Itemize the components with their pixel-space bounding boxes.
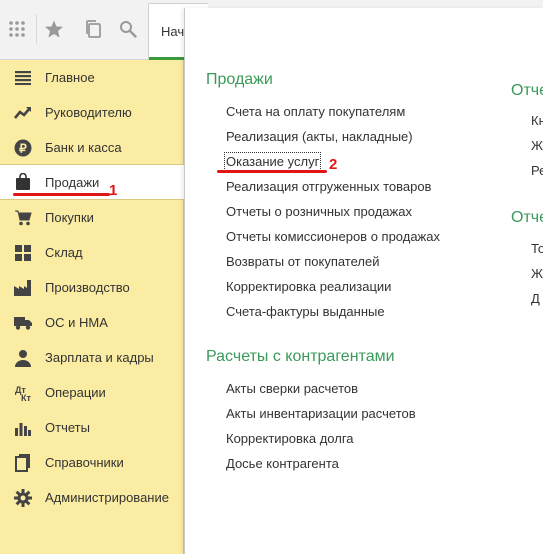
tab-start-label: Нач — [161, 24, 185, 39]
sections-sidebar: Главное Руководителю ₽ Банк и касса Прод… — [0, 60, 185, 554]
search-icon[interactable] — [115, 16, 141, 42]
person-icon — [13, 348, 33, 368]
books-icon — [13, 453, 33, 473]
sidebar-item-payroll[interactable]: Зарплата и кадры — [0, 340, 184, 375]
link-commission-agent-reports[interactable]: Отчеты комиссионеров о продажах — [226, 229, 440, 244]
link-right-5[interactable]: Ж — [531, 266, 543, 281]
link-retail-sales-reports[interactable]: Отчеты о розничных продажах — [226, 204, 412, 219]
factory-icon — [13, 278, 33, 298]
sidebar-item-production[interactable]: Производство — [0, 270, 184, 305]
link-services-rendered[interactable]: Оказание услуг — [223, 152, 322, 171]
sidebar-item-warehouse[interactable]: Склад — [0, 235, 184, 270]
sidebar-item-operations[interactable]: Дт Кт Операции — [0, 375, 184, 410]
warehouse-grid-icon — [13, 243, 33, 263]
ruble-coin-icon: ₽ — [13, 138, 33, 158]
link-counterparty-dossier[interactable]: Досье контрагента — [226, 456, 339, 471]
sidebar-item-label: Отчеты — [45, 420, 90, 435]
link-right-3[interactable]: Ре — [531, 163, 543, 178]
svg-text:Кт: Кт — [21, 393, 31, 402]
sidebar-item-label: Покупки — [45, 210, 94, 225]
link-sales-acts-waybills[interactable]: Реализация (акты, накладные) — [226, 129, 413, 144]
sidebar-item-purchases[interactable]: Покупки — [0, 200, 184, 235]
link-customer-invoices[interactable]: Счета на оплату покупателям — [226, 104, 405, 119]
toolbar-separator — [36, 14, 37, 44]
annotation-marker-1: 1 — [109, 182, 118, 199]
section-menu-panel: Продажи Счета на оплату покупателям Реал… — [184, 8, 543, 554]
sidebar-item-label: Операции — [45, 385, 106, 400]
sidebar-item-references[interactable]: Справочники — [0, 445, 184, 480]
annotation-underline-1 — [13, 193, 110, 196]
cart-icon — [13, 208, 33, 228]
gear-icon — [13, 488, 33, 508]
sidebar-item-main[interactable]: Главное — [0, 60, 184, 95]
link-reconciliation-acts[interactable]: Акты сверки расчетов — [226, 381, 358, 396]
bar-chart-icon — [13, 418, 33, 438]
sidebar-item-fixed-assets[interactable]: ОС и НМА — [0, 305, 184, 340]
debit-credit-icon: Дт Кт — [13, 383, 33, 403]
annotation-marker-2: 2 — [329, 156, 338, 173]
link-right-4[interactable]: То — [531, 241, 543, 256]
sidebar-item-label: Администрирование — [45, 490, 169, 505]
history-icon[interactable] — [80, 16, 106, 42]
sidebar-item-label: Главное — [45, 70, 95, 85]
sidebar-item-administration[interactable]: Администрирование — [0, 480, 184, 515]
trend-icon — [13, 103, 33, 123]
link-shipped-goods-sales[interactable]: Реализация отгруженных товаров — [226, 179, 431, 194]
sidebar-item-label: Руководителю — [45, 105, 132, 120]
menu-lines-icon — [13, 68, 33, 88]
apps-grid-icon[interactable] — [4, 16, 30, 42]
sidebar-item-label: Склад — [45, 245, 83, 260]
link-right-2[interactable]: Ж — [531, 138, 543, 153]
sidebar-item-label: Справочники — [45, 455, 124, 470]
section-title-reports-1: Отче — [511, 82, 543, 99]
sidebar-item-label: Производство — [45, 280, 130, 295]
sidebar-item-label: Зарплата и кадры — [45, 350, 154, 365]
truck-icon — [13, 313, 33, 333]
section-title-reports-2: Отче — [511, 209, 543, 226]
link-right-6[interactable]: Д — [531, 291, 540, 306]
svg-text:₽: ₽ — [19, 141, 27, 155]
sidebar-item-management[interactable]: Руководителю — [0, 95, 184, 130]
sidebar-item-label: Продажи — [45, 174, 100, 190]
shopping-bag-icon — [13, 172, 33, 192]
section-title-settlements: Расчеты с контрагентами — [206, 348, 395, 365]
sidebar-item-reports[interactable]: Отчеты — [0, 410, 184, 445]
star-icon[interactable] — [41, 16, 67, 42]
sidebar-item-bank[interactable]: ₽ Банк и касса — [0, 130, 184, 165]
link-right-1[interactable]: Кн — [531, 113, 543, 128]
sidebar-item-label: ОС и НМА — [45, 315, 108, 330]
sidebar-item-label: Банк и касса — [45, 140, 122, 155]
link-debt-adjustment[interactable]: Корректировка долга — [226, 431, 354, 446]
link-sales-adjustment[interactable]: Корректировка реализации — [226, 279, 391, 294]
link-issued-invoices[interactable]: Счета-фактуры выданные — [226, 304, 385, 319]
annotation-underline-2 — [217, 170, 327, 173]
link-customer-returns[interactable]: Возвраты от покупателей — [226, 254, 380, 269]
section-title-sales: Продажи — [206, 71, 273, 88]
link-settlement-inventory-acts[interactable]: Акты инвентаризации расчетов — [226, 406, 416, 421]
